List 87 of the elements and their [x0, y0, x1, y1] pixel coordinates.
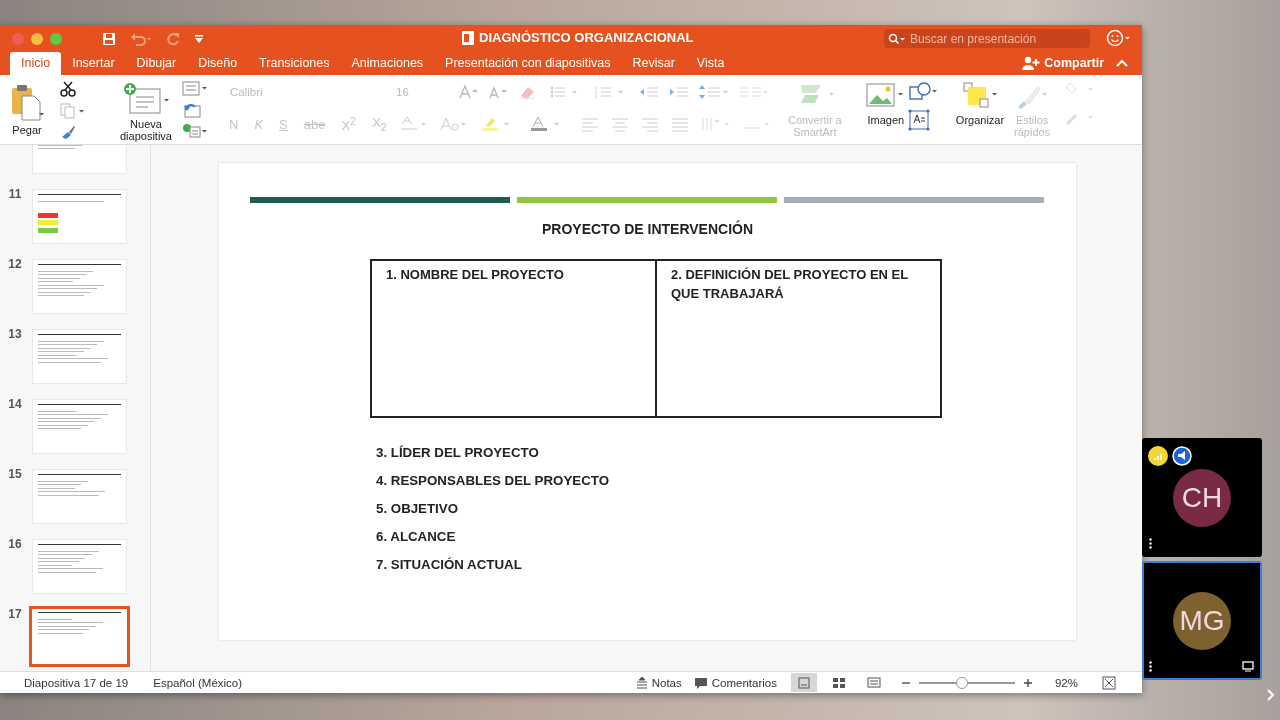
notes-button[interactable]: Notas	[635, 676, 682, 689]
smiley-icon[interactable]	[1106, 29, 1130, 47]
slide-number: 16	[7, 537, 23, 551]
ribbon-tab[interactable]: Animaciones	[340, 52, 435, 75]
language-label[interactable]: Español (México)	[153, 676, 243, 689]
align-left-icon[interactable]	[579, 116, 600, 132]
redo-icon[interactable]	[166, 31, 180, 46]
video-tile[interactable]: MG	[1142, 561, 1262, 680]
line-spacing-icon[interactable]	[698, 84, 730, 100]
align-center-icon[interactable]	[609, 116, 630, 132]
normal-view-icon	[796, 675, 811, 690]
undo-icon[interactable]	[130, 31, 152, 46]
next-chevron-icon[interactable]	[1266, 688, 1276, 702]
slide-position: Diapositiva 17 de 19	[24, 676, 129, 689]
justify-icon[interactable]	[669, 116, 690, 132]
person-add-icon	[1022, 56, 1041, 70]
align-right-icon[interactable]	[639, 116, 660, 132]
layout-icon[interactable]	[182, 81, 208, 97]
ribbon-tab[interactable]: Presentación con diapositivas	[434, 52, 622, 75]
slide-number: 14	[7, 397, 23, 411]
signal-bars-icon	[1148, 446, 1168, 466]
table-cell: 2. DEFINICIÓN DEL PROYECTO EN EL QUE TRABAJARÁ	[656, 260, 941, 417]
new-slide-button[interactable]: Nueva diapositiva	[116, 81, 176, 142]
customize-caret-icon[interactable]	[194, 33, 204, 44]
grow-font-icon[interactable]	[458, 84, 480, 100]
list-item: 3. LÍDER DEL PROYECTO	[376, 445, 540, 460]
more-options-icon[interactable]	[1149, 661, 1152, 672]
slide-title: PROYECTO DE INTERVENCIÓN	[540, 221, 755, 237]
paste-button[interactable]: Pegar	[10, 83, 44, 136]
minimize-button[interactable]	[31, 32, 43, 45]
text-box-icon[interactable]	[907, 109, 930, 131]
comments-button[interactable]: Comentarios	[693, 676, 777, 689]
document-icon	[462, 30, 474, 45]
list-item: 7. SITUACIÓN ACTUAL	[376, 557, 523, 572]
ribbon-tab[interactable]: Dibujar	[125, 52, 188, 75]
share-button[interactable]: Compartir	[1018, 56, 1108, 75]
slide-add-icon	[122, 81, 170, 115]
list-item: 4. RESPONSABLES DEL PROYECTO	[376, 473, 610, 488]
zoom-level[interactable]: 92%	[1054, 676, 1078, 689]
slide-number: 11	[7, 187, 23, 201]
reset-icon[interactable]	[182, 102, 202, 118]
more-options-icon[interactable]	[1149, 538, 1152, 549]
slide-thumbnail[interactable]	[29, 606, 130, 667]
megaphone-icon	[1172, 446, 1192, 466]
copy-icon[interactable]	[60, 103, 86, 119]
slide-number: 17	[7, 607, 23, 621]
ribbon-tab[interactable]: Inicio	[10, 52, 62, 75]
slide-number: 12	[7, 257, 23, 271]
notes-icon	[635, 676, 648, 689]
avatar: CH	[1173, 468, 1231, 527]
scissors-icon[interactable]	[60, 81, 76, 97]
reading-view-icon	[866, 675, 881, 690]
columns-icon[interactable]	[738, 84, 770, 100]
table-cell: 1. NOMBRE DEL PROYECTO	[371, 260, 656, 417]
indent-icon[interactable]	[668, 84, 690, 100]
outdent-icon[interactable]	[638, 84, 660, 100]
zoom-button[interactable]	[50, 32, 62, 45]
fit-window-icon[interactable]	[1102, 675, 1116, 690]
shrink-font-icon[interactable]	[488, 84, 510, 100]
picture-button[interactable]: Imagen	[863, 81, 908, 126]
search-icon	[888, 32, 906, 45]
screen-icon[interactable]	[1242, 661, 1254, 672]
list-item: 5. OBJETIVO	[376, 501, 460, 516]
ribbon-tab[interactable]: Vista	[685, 52, 736, 75]
collapse-caret-icon[interactable]	[1116, 58, 1128, 68]
list-item: 6. ALCANCE	[376, 529, 457, 544]
text-direction-icon[interactable]	[699, 116, 732, 132]
avatar: MG	[1173, 591, 1231, 650]
close-button[interactable]	[12, 32, 24, 45]
video-tile[interactable]: CH	[1142, 438, 1262, 557]
brush-icon[interactable]	[60, 125, 76, 139]
grid-view-icon	[831, 675, 846, 690]
section-icon[interactable]	[182, 123, 208, 139]
clipboard-icon	[10, 83, 44, 121]
slide-number: 15	[7, 467, 23, 481]
comment-icon	[693, 676, 708, 689]
window-title: DIAGNÓSTICO ORGANIZACIONAL	[479, 30, 694, 45]
zoom-in-icon[interactable]	[1022, 677, 1033, 688]
ribbon-tab[interactable]: Revisar	[621, 52, 686, 75]
search-field[interactable]: Buscar en presentación	[884, 29, 1090, 48]
ribbon-tab[interactable]: Transiciones	[248, 52, 341, 75]
ribbon-tab[interactable]: Diseño	[187, 52, 249, 75]
save-icon[interactable]	[102, 31, 116, 46]
arrange-button[interactable]: Organizar	[955, 81, 1005, 126]
slide-number: 13	[7, 327, 23, 341]
zoom-slider[interactable]	[956, 676, 969, 689]
ribbon-tab[interactable]: Insertar	[61, 52, 126, 75]
